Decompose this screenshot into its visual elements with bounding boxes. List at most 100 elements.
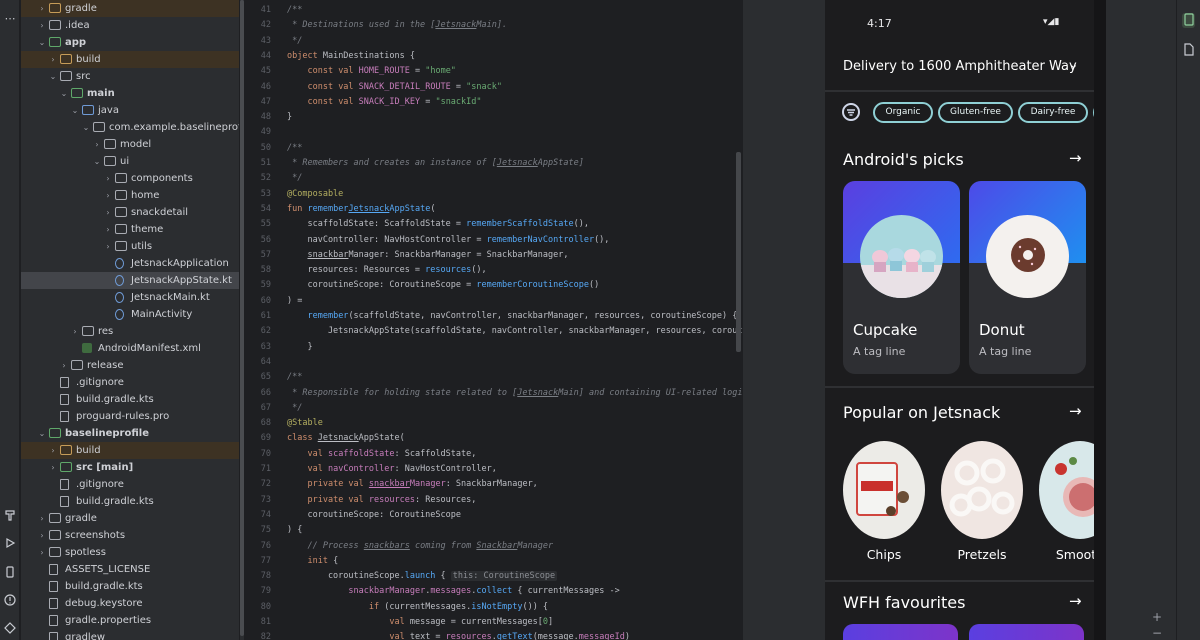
chevron-right-icon[interactable]: › (103, 204, 113, 221)
device-file-icon[interactable] (1182, 43, 1195, 58)
tree-item[interactable]: › .idea (21, 17, 239, 34)
chevron-right-icon[interactable]: › (70, 323, 80, 340)
code-line[interactable]: * Responsible for holding state related … (287, 388, 743, 398)
chevron-down-icon[interactable]: ⌄ (37, 425, 47, 442)
tree-item[interactable]: ⌄ app (21, 34, 239, 51)
chevron-down-icon[interactable]: ⌄ (92, 153, 102, 170)
chevron-down-icon[interactable]: ⌄ (48, 68, 58, 85)
chevron-right-icon[interactable]: › (37, 527, 47, 544)
chevron-right-icon[interactable]: › (48, 442, 58, 459)
tree-item[interactable]: › snackdetail (21, 204, 239, 221)
filter-icon[interactable] (842, 103, 860, 121)
tree-item[interactable]: ASSETS_LICENSE (21, 561, 239, 578)
code-line[interactable]: */ (287, 403, 302, 413)
chevron-down-icon[interactable]: ⌄ (59, 85, 69, 102)
chevron-right-icon[interactable]: › (37, 0, 47, 17)
code-line[interactable]: val message = currentMessages[0] (287, 617, 553, 627)
device-icon[interactable] (3, 566, 17, 580)
code-line[interactable]: ) = (287, 296, 302, 306)
tree-item[interactable]: › components (21, 170, 239, 187)
code-line[interactable]: val scaffoldState: ScaffoldState, (287, 449, 476, 459)
filter-chip-dairy-free[interactable]: Dairy-free (1018, 102, 1088, 123)
zoom-in-button[interactable]: + (1152, 610, 1162, 624)
code-line[interactable]: /** (287, 143, 302, 153)
chevron-right-icon[interactable]: › (37, 17, 47, 34)
code-line[interactable]: // Process snackbars coming from Snackba… (287, 541, 553, 551)
code-line[interactable]: * Destinations used in the [JetsnackMain… (287, 20, 507, 30)
tree-item[interactable]: MainActivity (21, 306, 239, 323)
tree-item[interactable]: ⌄ baselineprofile (21, 425, 239, 442)
arrow-right-icon[interactable]: → (1069, 149, 1082, 167)
scrollbar-thumb[interactable] (240, 0, 244, 636)
chevron-right-icon[interactable]: › (92, 136, 102, 153)
problems-icon[interactable] (3, 594, 17, 608)
tree-item[interactable]: › build (21, 442, 239, 459)
tree-item[interactable]: › spotless (21, 544, 239, 561)
tree-item[interactable]: › model (21, 136, 239, 153)
editor-scrollbar[interactable] (736, 152, 741, 352)
tree-item[interactable]: build.gradle.kts (21, 391, 239, 408)
tree-item[interactable]: gradle.properties (21, 612, 239, 629)
code-line[interactable]: snackbarManager: SnackbarManager = Snack… (287, 250, 568, 260)
code-line[interactable]: snackbarManager.messages.collect { curre… (287, 586, 619, 596)
code-line[interactable]: fun rememberJetsnackAppState( (287, 204, 435, 214)
pick-card-cupcake[interactable]: Cupcake A tag line (843, 181, 960, 374)
pick-card-donut[interactable]: Donut A tag line (969, 181, 1086, 374)
code-line[interactable]: const val SNACK_ID_KEY = "snackId" (287, 97, 481, 107)
tree-item[interactable]: JetsnackMain.kt (21, 289, 239, 306)
tree-item[interactable]: JetsnackAppState.kt (21, 272, 239, 289)
project-scrollbar[interactable] (240, 0, 244, 640)
code-editor[interactable]: 41 42 43 44 45 46 47 48 49 50 51 52 53 54 55 56 57 58 59 60… (245, 0, 743, 640)
tree-item[interactable]: ⌄ main (21, 85, 239, 102)
tree-item[interactable]: › home (21, 187, 239, 204)
code-line[interactable]: coroutineScope: CoroutineScope = remembe… (287, 280, 599, 290)
tree-item[interactable]: proguard-rules.pro (21, 408, 239, 425)
code-line[interactable]: navController: NavHostController = remem… (287, 235, 609, 245)
popular-item-smoothie[interactable]: Smooth (1039, 441, 1094, 571)
code-line[interactable]: if (currentMessages.isNotEmpty()) { (287, 602, 548, 612)
code-line[interactable]: const val HOME_ROUTE = "home" (287, 66, 455, 76)
code-line[interactable]: JetsnackAppState(scaffoldState, navContr… (287, 326, 743, 336)
code-line[interactable]: /** (287, 5, 302, 15)
code-line[interactable]: coroutineScope: CoroutineScope (287, 510, 461, 520)
zoom-out-button[interactable]: − (1152, 626, 1162, 640)
tree-item[interactable]: ⌄ java (21, 102, 239, 119)
filter-chip-organic[interactable]: Organic (873, 102, 933, 123)
tree-item[interactable]: ⌄ com.example.baselineprofiles_codel (21, 119, 239, 136)
filter-chip-gluten-free[interactable]: Gluten-free (938, 102, 1013, 123)
tree-item[interactable]: JetsnackApplication (21, 255, 239, 272)
popular-item-chips[interactable]: Chips (843, 441, 927, 571)
code-line[interactable]: val text = resources.getText(message.mes… (287, 632, 630, 640)
tree-item[interactable]: › build (21, 51, 239, 68)
chevron-down-icon[interactable]: ⌄ (37, 34, 47, 51)
tree-item[interactable]: › src [main] (21, 459, 239, 476)
code-line[interactable]: remember(scaffoldState, navController, s… (287, 311, 737, 321)
chevron-right-icon[interactable]: › (48, 459, 58, 476)
tree-item[interactable]: › release (21, 357, 239, 374)
tree-item[interactable]: build.gradle.kts (21, 493, 239, 510)
tree-item[interactable]: › utils (21, 238, 239, 255)
build-icon[interactable] (3, 509, 17, 523)
code-line[interactable]: scaffoldState: ScaffoldState = rememberS… (287, 219, 588, 229)
code-line[interactable]: */ (287, 173, 302, 183)
more-icon[interactable]: ⋯ (3, 12, 17, 26)
arrow-right-icon[interactable]: → (1069, 592, 1082, 610)
popular-item-pretzels[interactable]: Pretzels (941, 441, 1025, 571)
code-line[interactable]: coroutineScope.launch { this: CoroutineS… (287, 571, 558, 582)
code-line[interactable]: } (287, 112, 292, 122)
tree-item[interactable]: .gitignore (21, 476, 239, 493)
chevron-down-icon[interactable]: ⌄ (81, 119, 91, 136)
code-line[interactable]: resources: Resources = resources(), (287, 265, 486, 275)
arrow-right-icon[interactable]: → (1069, 402, 1082, 420)
chevron-right-icon[interactable]: › (37, 510, 47, 527)
tree-item[interactable]: ⌄ src (21, 68, 239, 85)
chevron-right-icon[interactable]: › (103, 238, 113, 255)
code-line[interactable]: val navController: NavHostController, (287, 464, 496, 474)
code-line[interactable]: } (287, 342, 312, 352)
tree-item[interactable]: debug.keystore (21, 595, 239, 612)
chevron-right-icon[interactable]: › (103, 187, 113, 204)
tree-item[interactable]: › theme (21, 221, 239, 238)
code-line[interactable]: * Remembers and creates an instance of [… (287, 158, 584, 168)
tree-item[interactable]: .gitignore (21, 374, 239, 391)
code-line[interactable]: private val resources: Resources, (287, 495, 476, 505)
